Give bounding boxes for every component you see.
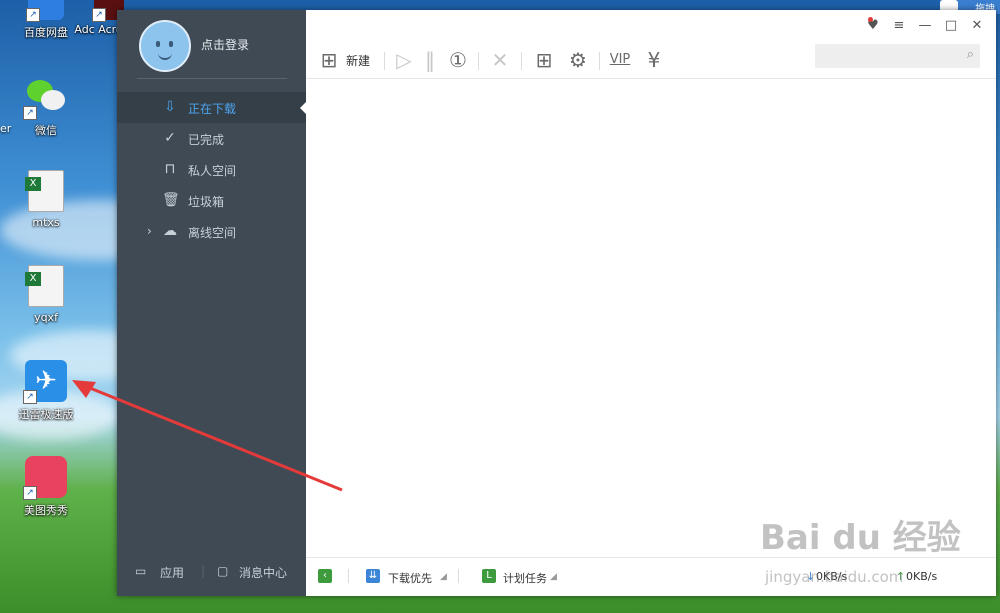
collapse-sidebar-button[interactable]: ‹ <box>318 569 332 583</box>
desktop-icon-excel-mtxs[interactable]: X mtxs <box>6 170 86 229</box>
coin-icon[interactable]: ¥ <box>640 46 668 74</box>
schedule-icon: L <box>482 569 496 583</box>
menu-icon[interactable]: ≡ <box>886 18 912 33</box>
search-icon[interactable]: ⌕ <box>967 47 974 62</box>
search-input[interactable]: ⌕ <box>815 44 980 68</box>
meitu-icon: ↗ <box>23 456 67 500</box>
baidu-netdisk-icon: ↗ <box>26 0 64 22</box>
wechat-icon: ↗ <box>23 76 67 120</box>
task-list <box>306 79 996 557</box>
pause-icon[interactable]: ‖ <box>420 46 440 74</box>
download-icon: ⇩ <box>164 99 176 115</box>
vip-icon[interactable]: VIP <box>606 46 634 74</box>
sidebar-item-label: 离线空间 <box>188 226 237 240</box>
desktop-icon-label: 迅雷极速版 <box>18 408 74 421</box>
settings-icon[interactable]: ⚙ <box>564 46 592 74</box>
login-link[interactable]: 点击登录 <box>201 36 249 53</box>
cloud-download-icon: ☁ <box>163 223 177 239</box>
sidebar-item-label: 已完成 <box>188 133 225 147</box>
desktop-icon-label: 微信 <box>35 124 57 137</box>
close-button[interactable]: ✕ <box>964 18 990 33</box>
minimize-button[interactable]: — <box>912 18 938 33</box>
apps-icon[interactable]: ▭ <box>135 564 146 578</box>
speed-limit-icon[interactable]: ① <box>444 46 472 74</box>
sidebar-item-downloading[interactable]: ⇩ 正在下载 <box>117 92 306 123</box>
scheduled-tasks-button[interactable]: 计划任务 <box>503 570 547 586</box>
delete-icon[interactable]: ✕ <box>486 46 514 74</box>
chevron-right-icon[interactable]: › <box>147 224 152 238</box>
check-circle-icon: ✓ <box>164 130 176 146</box>
xunlei-window: 点击登录 ⇩ 正在下载 ✓ 已完成 ⊓ 私人空间 🗑 垃圾箱 › ☁ 离线空间 … <box>117 10 996 596</box>
qrcode-icon[interactable]: ⊞ <box>530 46 558 74</box>
start-icon[interactable]: ▷ <box>392 46 416 74</box>
avatar[interactable] <box>139 20 191 72</box>
new-task-button[interactable]: 新建 <box>346 52 370 69</box>
watermark: Bai du 经验 <box>760 518 961 558</box>
maximize-button[interactable]: □ <box>938 18 964 33</box>
sidebar-item-private-space[interactable]: ⊓ 私人空间 <box>117 154 306 185</box>
skin-icon[interactable]: ♥ <box>860 18 886 33</box>
upload-speed: 0KB/s <box>906 570 938 583</box>
desktop-icon-meitu[interactable]: ↗ 美图秀秀 <box>6 456 86 518</box>
excel-icon: X <box>25 170 64 212</box>
partial-desktop-label: er <box>0 122 12 135</box>
notification-dot <box>868 17 873 22</box>
desktop-icon-label: mtxs <box>32 216 60 229</box>
sidebar-footer: ▭ 应用 | ▢ 消息中心 <box>117 546 306 596</box>
sidebar: 点击登录 ⇩ 正在下载 ✓ 已完成 ⊓ 私人空间 🗑 垃圾箱 › ☁ 离线空间 … <box>117 10 306 596</box>
desktop-icon-wechat[interactable]: ↗ 微信 <box>6 76 86 138</box>
apps-button[interactable]: 应用 <box>160 564 184 581</box>
priority-dropdown-icon[interactable]: ◢ <box>440 572 447 582</box>
sidebar-item-trash[interactable]: 🗑 垃圾箱 <box>117 185 306 216</box>
desktop-icon-label: 美图秀秀 <box>24 504 68 517</box>
sidebar-item-offline-space[interactable]: › ☁ 离线空间 <box>117 216 306 247</box>
sidebar-item-label: 私人空间 <box>188 164 237 178</box>
excel-icon: X <box>25 265 64 307</box>
new-task-icon[interactable]: ⊞ <box>318 46 340 74</box>
lock-icon: ⊓ <box>164 161 176 177</box>
message-icon[interactable]: ▢ <box>217 564 228 578</box>
sidebar-item-completed[interactable]: ✓ 已完成 <box>117 123 306 154</box>
message-center-button[interactable]: 消息中心 <box>239 564 287 581</box>
desktop-icon-xunlei[interactable]: ✈ ↗ 迅雷极速版 <box>6 360 86 422</box>
main-panel: ♥ ≡ — □ ✕ ⊞ 新建 ▷ ‖ ① ✕ ⊞ ⚙ VIP ¥ ⌕ ‹ ⇊ 下… <box>306 10 996 596</box>
footer-divider: | <box>201 564 206 578</box>
download-priority-icon: ⇊ <box>366 569 380 583</box>
sidebar-divider <box>137 78 287 79</box>
window-controls: ♥ ≡ — □ ✕ <box>860 18 990 33</box>
sidebar-item-label: 垃圾箱 <box>188 195 225 209</box>
xunlei-bird-icon: ✈ ↗ <box>23 360 67 404</box>
desktop-icon-excel-yqxf[interactable]: X yqxf <box>6 265 86 324</box>
desktop-icon-label: yqxf <box>34 311 58 324</box>
trash-icon: 🗑 <box>162 192 180 208</box>
download-priority-button[interactable]: 下载优先 <box>388 570 432 586</box>
schedule-dropdown-icon[interactable]: ◢ <box>550 572 557 582</box>
watermark-url: jingyan.baidu.com <box>765 568 904 586</box>
sidebar-item-label: 正在下载 <box>188 102 237 116</box>
